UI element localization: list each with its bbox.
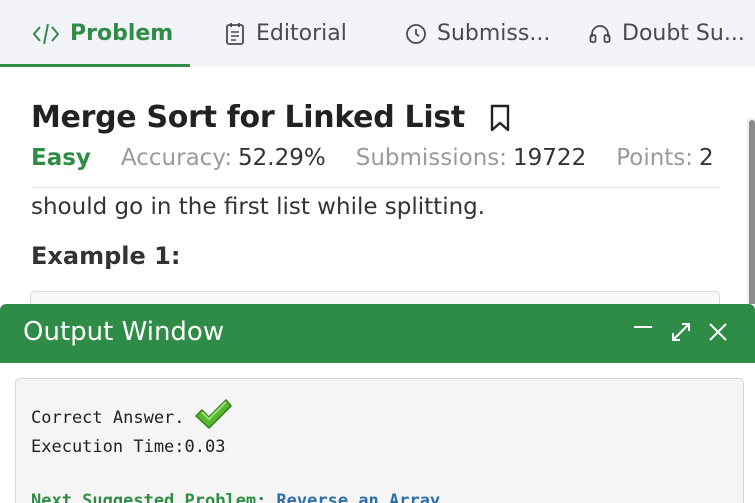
checkmark-icon [193, 397, 233, 435]
result-text: Correct Answer. [31, 408, 185, 428]
result-line: Correct Answer. [31, 399, 233, 435]
next-problem-link[interactable]: Reverse an Array [276, 491, 440, 503]
tab-problem-label: Problem [70, 21, 174, 46]
tab-submissions-label: Submiss... [437, 21, 551, 46]
code-icon [32, 22, 60, 46]
problem-title: Merge Sort for Linked List [31, 100, 465, 135]
problem-title-row: Merge Sort for Linked List [31, 100, 511, 135]
bookmark-icon[interactable] [489, 104, 511, 132]
minimize-icon[interactable] [630, 319, 656, 345]
problem-meta: Easy Accuracy: 52.29% Submissions: 19722… [31, 140, 744, 176]
tab-bar: Problem Editorial Submiss... Doubt Su... [0, 0, 755, 67]
tab-problem[interactable]: Problem [32, 0, 173, 67]
headphones-icon [588, 22, 612, 46]
output-window: Output Window Correct Answer. Execution … [0, 304, 755, 503]
header-divider [31, 187, 720, 188]
document-icon [224, 22, 246, 46]
tab-doubt-support-label: Doubt Su... [622, 21, 745, 46]
active-tab-indicator [0, 64, 190, 67]
points-label: Points: [616, 145, 694, 171]
tab-editorial-label: Editorial [256, 21, 347, 46]
accuracy-label: Accuracy: [120, 145, 233, 171]
difficulty-badge: Easy [31, 145, 91, 171]
problem-description: should go in the first list while splitt… [31, 189, 721, 229]
submissions-label: Submissions: [355, 145, 508, 171]
output-console: Correct Answer. Execution Time:0.03 Next… [15, 378, 744, 503]
output-window-header: Output Window [0, 304, 755, 363]
tab-submissions[interactable]: Submiss... [405, 0, 550, 67]
accuracy-value: 52.29% [238, 145, 326, 171]
description-text: should go in the first list while splitt… [31, 194, 486, 220]
tab-editorial[interactable]: Editorial [224, 0, 347, 67]
scrollbar-thumb[interactable] [749, 120, 755, 306]
example-heading: Example 1: [31, 242, 181, 270]
points-value: 2 [699, 145, 714, 171]
next-suggested-label: Next Suggested Problem: [31, 491, 267, 503]
next-suggested-problem: Next Suggested Problem: Reverse an Array [31, 491, 440, 503]
close-icon[interactable] [705, 319, 731, 345]
execution-time: Execution Time:0.03 [31, 437, 226, 457]
expand-icon[interactable] [668, 319, 694, 345]
clock-icon [405, 23, 427, 45]
tab-doubt-support[interactable]: Doubt Su... [588, 0, 745, 67]
submissions-value: 19722 [513, 145, 587, 171]
output-window-title: Output Window [23, 317, 225, 347]
